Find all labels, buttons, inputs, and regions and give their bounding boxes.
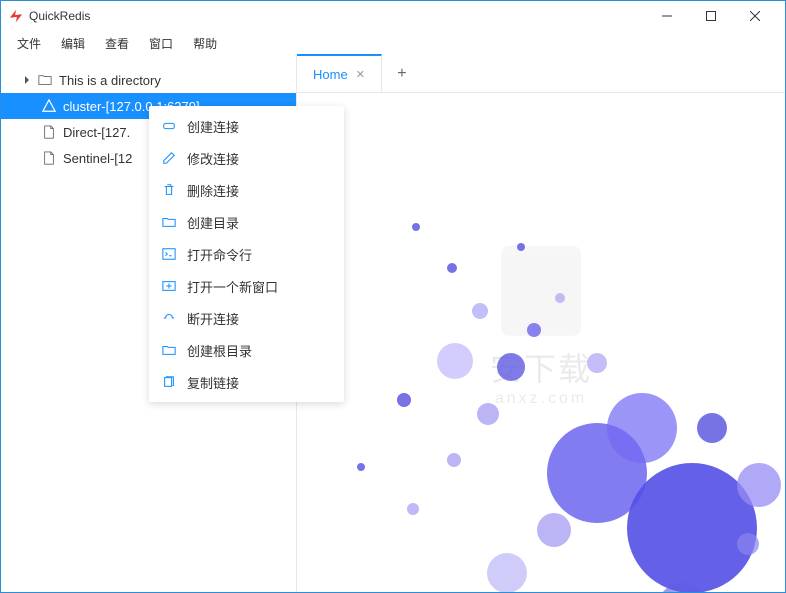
app-icon	[9, 9, 23, 23]
window-new-icon	[161, 279, 177, 293]
bubble-decoration	[357, 463, 365, 471]
context-create-connection[interactable]: 创建连接	[149, 110, 344, 142]
context-item-label: 创建连接	[187, 117, 239, 136]
minimize-button[interactable]	[645, 1, 689, 31]
context-menu: 创建连接 修改连接 删除连接 创建目录 打开命令行 打开一个新窗口 断开连接 创…	[149, 106, 344, 402]
edit-icon	[161, 151, 177, 165]
bubble-decoration	[497, 353, 525, 381]
context-item-label: 创建根目录	[187, 341, 252, 360]
bubble-decoration	[407, 503, 419, 515]
tree-root-directory[interactable]: This is a directory	[1, 67, 296, 93]
close-button[interactable]	[733, 1, 777, 31]
link-add-icon	[161, 119, 177, 133]
bubble-decoration	[587, 353, 607, 373]
menu-file[interactable]: 文件	[7, 33, 51, 54]
titlebar: QuickRedis	[1, 1, 785, 31]
maximize-button[interactable]	[689, 1, 733, 31]
bubble-decoration	[397, 393, 411, 407]
context-open-new-window[interactable]: 打开一个新窗口	[149, 270, 344, 302]
disconnect-icon	[161, 311, 177, 325]
caret-right-icon	[21, 76, 33, 84]
bubble-decoration	[737, 533, 759, 555]
tabs-bar: Home ✕ +	[297, 55, 785, 93]
menu-help[interactable]: 帮助	[183, 33, 227, 54]
folder-root-icon	[161, 343, 177, 357]
bubble-decoration	[412, 223, 420, 231]
bubble-decoration	[737, 463, 781, 507]
main-panel: Home ✕ + 安下载 anxz.com	[296, 55, 785, 592]
bubble-decoration	[607, 393, 677, 463]
copy-icon	[161, 375, 177, 389]
tab-add-button[interactable]: +	[382, 55, 422, 92]
menu-window[interactable]: 窗口	[139, 33, 183, 54]
bubble-decoration	[447, 453, 461, 467]
bubble-decoration	[472, 303, 488, 319]
menu-edit[interactable]: 编辑	[51, 33, 95, 54]
bubble-decoration	[527, 323, 541, 337]
context-delete-connection[interactable]: 删除连接	[149, 174, 344, 206]
terminal-icon	[161, 247, 177, 261]
context-item-label: 复制链接	[187, 373, 239, 392]
bubble-decoration	[555, 293, 565, 303]
context-disconnect[interactable]: 断开连接	[149, 302, 344, 334]
plus-icon: +	[397, 65, 406, 83]
context-item-label: 修改连接	[187, 149, 239, 168]
menu-view[interactable]: 查看	[95, 33, 139, 54]
context-item-label: 删除连接	[187, 181, 239, 200]
bubble-decoration	[517, 243, 525, 251]
file-icon	[41, 151, 57, 165]
bubble-decoration	[537, 513, 571, 547]
tab-home[interactable]: Home ✕	[297, 54, 382, 92]
window-controls	[645, 1, 777, 31]
context-item-label: 创建目录	[187, 213, 239, 232]
cluster-icon	[41, 99, 57, 113]
context-item-label: 打开一个新窗口	[187, 277, 278, 296]
tree-root-label: This is a directory	[59, 73, 161, 88]
tab-label: Home	[313, 67, 348, 82]
close-icon[interactable]: ✕	[356, 68, 365, 81]
watermark: 安下载 anxz.com	[490, 245, 592, 407]
bubble-decoration	[447, 263, 457, 273]
bubble-decoration	[487, 553, 527, 592]
delete-icon	[161, 183, 177, 197]
bubble-decoration	[697, 413, 727, 443]
window-title: QuickRedis	[29, 9, 645, 23]
file-icon	[41, 125, 57, 139]
context-open-terminal[interactable]: 打开命令行	[149, 238, 344, 270]
context-item-label: 断开连接	[187, 309, 239, 328]
context-create-directory[interactable]: 创建目录	[149, 206, 344, 238]
context-item-label: 打开命令行	[187, 245, 252, 264]
tree-item-label: Direct-[127.	[63, 125, 130, 140]
canvas-area: 安下载 anxz.com	[297, 93, 785, 592]
context-edit-connection[interactable]: 修改连接	[149, 142, 344, 174]
folder-add-icon	[161, 215, 177, 229]
bubble-decoration	[477, 403, 499, 425]
bubble-decoration	[437, 343, 473, 379]
context-create-root-directory[interactable]: 创建根目录	[149, 334, 344, 366]
content-area: This is a directory cluster-[127.0.0.1:6…	[1, 55, 785, 592]
context-copy-link[interactable]: 复制链接	[149, 366, 344, 398]
tree-item-label: Sentinel-[12	[63, 151, 132, 166]
folder-icon	[37, 73, 53, 87]
menubar: 文件 编辑 查看 窗口 帮助	[1, 31, 785, 55]
